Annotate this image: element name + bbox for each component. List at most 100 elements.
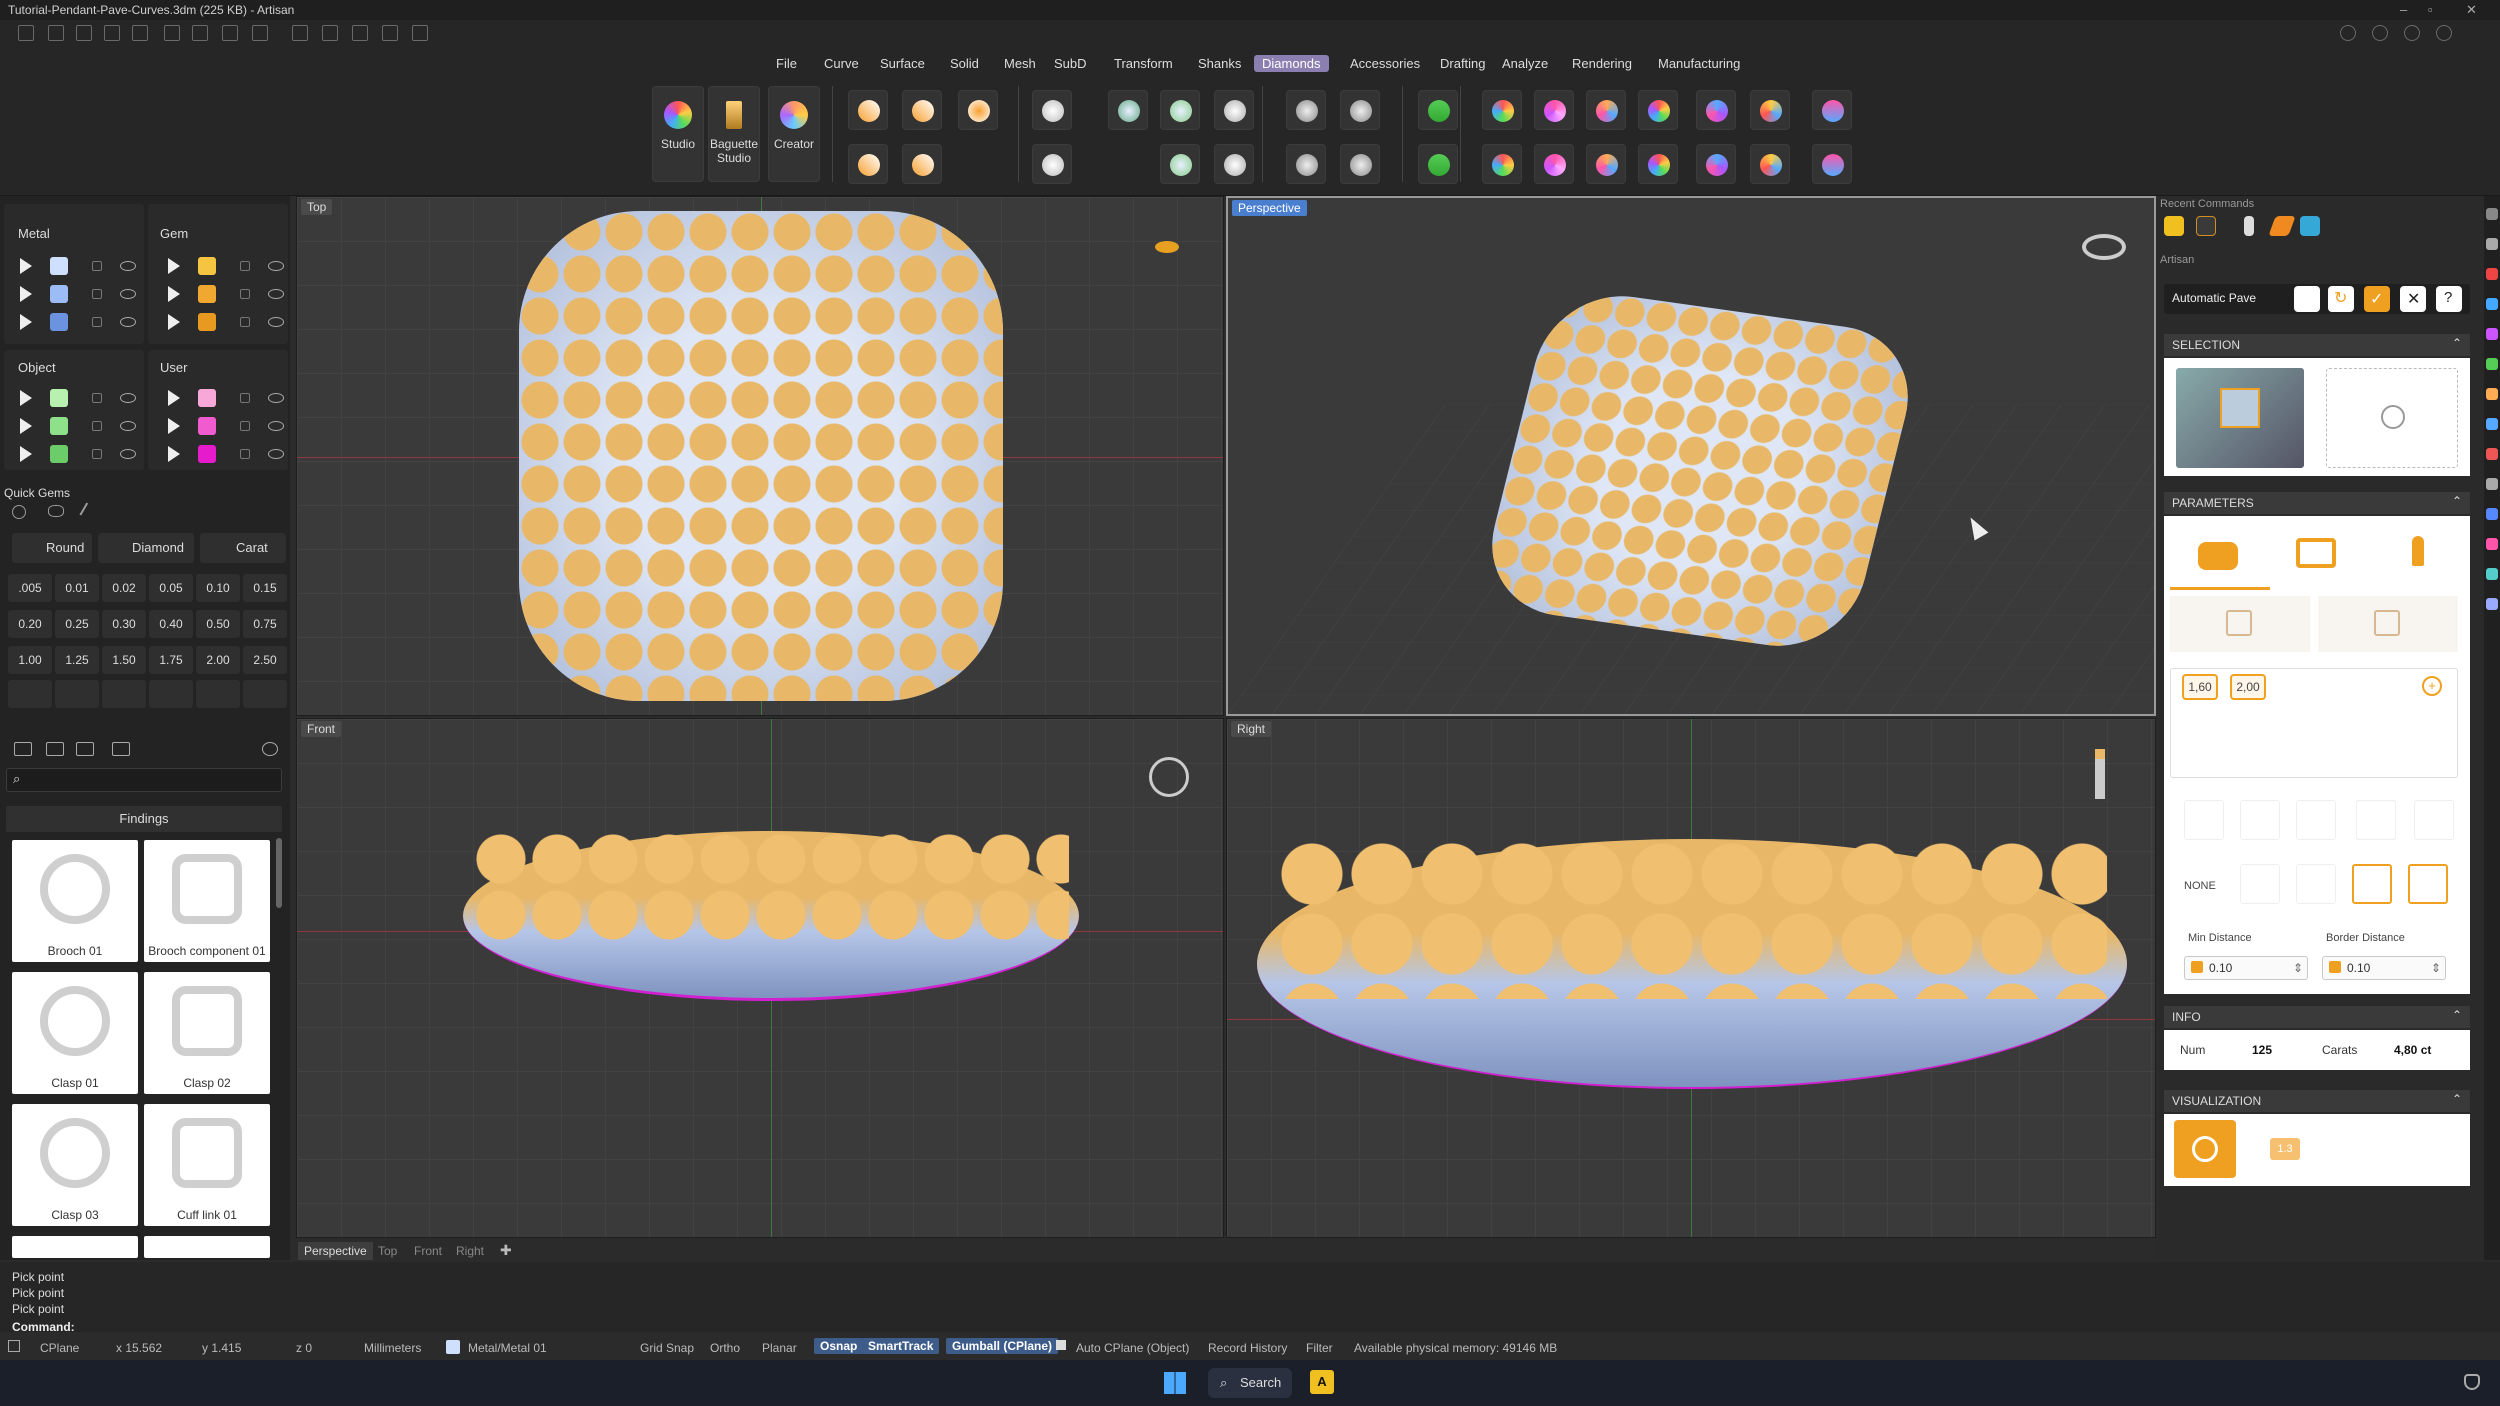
import-icon[interactable]	[76, 742, 94, 756]
status-toggle-record-history[interactable]: Record History	[1208, 1341, 1287, 1355]
lock-icon[interactable]	[240, 261, 250, 271]
lock-icon[interactable]	[92, 317, 102, 327]
creator-button[interactable]: Creator	[768, 86, 820, 182]
gem-size-button[interactable]: 2.00	[196, 646, 240, 674]
ribbon-tool-13-button[interactable]	[1214, 90, 1254, 130]
lock-icon[interactable]	[240, 317, 250, 327]
object-layer-expand-icon[interactable]	[20, 418, 32, 434]
library-scrollbar[interactable]	[276, 838, 282, 908]
metal-layer-color-swatch[interactable]	[50, 313, 68, 331]
ribbon-tool-29-button[interactable]	[1696, 90, 1736, 130]
side-tool-8-icon[interactable]	[2486, 418, 2498, 430]
ribbon-tool-16-button[interactable]	[1286, 144, 1326, 184]
gem-size-button[interactable]: 0.10	[196, 574, 240, 602]
select-icon[interactable]	[292, 25, 308, 41]
ribbon-tool-1-button[interactable]	[848, 90, 888, 130]
pave-action-4-icon[interactable]	[2356, 800, 2396, 840]
gem-size-button[interactable]: 0.20	[8, 610, 52, 638]
diamond-cut-button[interactable]: Diamond	[98, 533, 194, 563]
selection-section[interactable]: SELECTION ⌃	[2164, 334, 2470, 356]
side-tool-7-icon[interactable]	[2486, 388, 2498, 400]
user-layer-color-swatch[interactable]	[198, 417, 216, 435]
studio-button[interactable]: Studio	[652, 86, 704, 182]
gem-size-button[interactable]: 0.50	[196, 610, 240, 638]
visibility-icon[interactable]	[120, 261, 136, 271]
library-item[interactable]	[12, 1236, 138, 1258]
lock-icon[interactable]	[92, 421, 102, 431]
folder-icon[interactable]	[14, 742, 32, 756]
export-icon[interactable]	[252, 25, 268, 41]
ribbon-tool-5-button[interactable]	[958, 90, 998, 130]
gem-size-button[interactable]: 0.25	[55, 610, 99, 638]
ribbon-tool-17-button[interactable]	[1340, 90, 1380, 130]
ribbon-tool-34-button[interactable]	[1812, 144, 1852, 184]
gem-size-chip[interactable]: 2,00	[2230, 674, 2266, 700]
gem-layer-expand-icon[interactable]	[168, 314, 180, 330]
auto-cplane-checkbox[interactable]	[1056, 1340, 1066, 1350]
ribbon-tool-28-button[interactable]	[1638, 144, 1678, 184]
status-toggle-filter[interactable]: Filter	[1306, 1341, 1333, 1355]
object-layer-color-swatch[interactable]	[50, 417, 68, 435]
menu-file[interactable]: File	[768, 55, 805, 72]
user-layer-expand-icon[interactable]	[168, 390, 180, 406]
metal-layer-expand-icon[interactable]	[20, 258, 32, 274]
gem-visibility-toggle[interactable]	[2174, 1120, 2236, 1178]
ribbon-tool-19-button[interactable]	[1418, 90, 1458, 130]
menu-diamonds[interactable]: Diamonds	[1254, 55, 1329, 72]
visibility-icon[interactable]	[268, 393, 284, 403]
ribbon-tool-24-button[interactable]	[1534, 144, 1574, 184]
gem-size-button[interactable]: 0.05	[149, 574, 193, 602]
recent-command-5-icon[interactable]	[2300, 216, 2320, 236]
notification-icon[interactable]	[2464, 1374, 2480, 1390]
visibility-icon[interactable]	[120, 393, 136, 403]
gem-profile-2-icon[interactable]	[55, 680, 99, 708]
viewport-front[interactable]: Front	[296, 718, 1224, 1238]
gem-size-button[interactable]: 1.75	[149, 646, 193, 674]
undo-icon[interactable]	[132, 25, 148, 41]
ribbon-tool-3-button[interactable]	[902, 90, 942, 130]
viewport-tab-right[interactable]: Right	[450, 1242, 490, 1260]
baguette-studio-button[interactable]: Baguette Studio	[708, 86, 760, 182]
metal-layer-color-swatch[interactable]	[50, 285, 68, 303]
object-layer-expand-icon[interactable]	[20, 446, 32, 462]
lock-icon[interactable]	[240, 421, 250, 431]
command-prompt[interactable]: Command:	[12, 1320, 75, 1334]
gem-size-button[interactable]: 0.75	[243, 610, 287, 638]
gem-size-button[interactable]: 0.30	[102, 610, 146, 638]
gem-size-chip[interactable]: 1,60	[2182, 674, 2218, 700]
tab-prongs[interactable]	[2408, 536, 2428, 566]
pattern-option-4-icon[interactable]	[2408, 864, 2448, 904]
side-tool-11-icon[interactable]	[2486, 508, 2498, 520]
side-tool-1-icon[interactable]	[2486, 208, 2498, 220]
menu-curve[interactable]: Curve	[816, 55, 867, 72]
collapse-icon[interactable]: ⌃	[2452, 494, 2462, 508]
lock-icon[interactable]	[240, 393, 250, 403]
minimize-icon[interactable]: –	[2400, 2, 2407, 17]
recent-command-3-icon[interactable]	[2244, 216, 2254, 236]
ribbon-tool-2-button[interactable]	[848, 144, 888, 184]
pave-action-3-icon[interactable]	[2296, 800, 2336, 840]
ribbon-tool-12-button[interactable]	[1160, 144, 1200, 184]
ribbon-tool-27-button[interactable]	[1638, 90, 1678, 130]
pave-action-1-icon[interactable]	[2184, 800, 2224, 840]
panel-toggle-icon[interactable]	[8, 1340, 20, 1352]
rotate-icon[interactable]	[352, 25, 368, 41]
ribbon-tool-31-button[interactable]	[1750, 90, 1790, 130]
ribbon-tool-32-button[interactable]	[1750, 144, 1790, 184]
visibility-icon[interactable]	[268, 317, 284, 327]
artisan-app-icon[interactable]: A	[1310, 1370, 1334, 1394]
grid-view-icon[interactable]	[112, 742, 130, 756]
menu-accessories[interactable]: Accessories	[1342, 55, 1428, 72]
help-icon[interactable]	[2340, 25, 2356, 41]
info-icon[interactable]	[2372, 25, 2388, 41]
tab-pave-shape[interactable]	[2296, 530, 2336, 570]
gem-size-button[interactable]: 1.25	[55, 646, 99, 674]
collapse-icon[interactable]: ⌃	[2452, 1008, 2462, 1022]
library-category[interactable]: Findings	[6, 806, 282, 832]
cplane-label[interactable]: CPlane	[40, 1341, 79, 1355]
carat-unit-dropdown[interactable]: Carat	[200, 533, 286, 563]
confirm-button[interactable]: ✓	[2364, 286, 2390, 312]
pick-icon[interactable]	[2294, 286, 2320, 312]
visibility-icon[interactable]	[120, 421, 136, 431]
ribbon-tool-26-button[interactable]	[1586, 144, 1626, 184]
